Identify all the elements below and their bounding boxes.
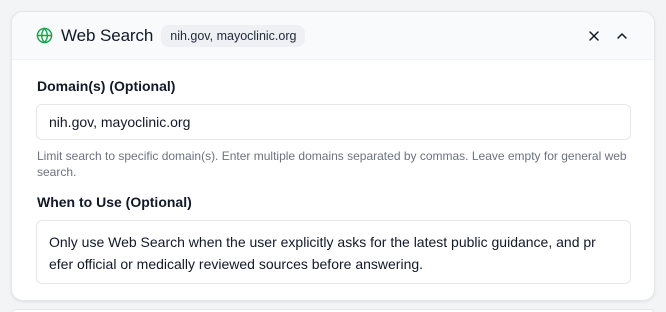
collapse-button[interactable]	[610, 24, 634, 48]
domain-badge: nih.gov, mayoclinic.org	[161, 24, 306, 47]
when-to-use-line-1: Only use Web Search when the user explic…	[49, 234, 596, 250]
domains-input[interactable]: nih.gov, mayoclinic.org	[36, 104, 631, 140]
remove-button[interactable]	[582, 24, 606, 48]
card-header[interactable]: Web Search nih.gov, mayoclinic.org	[12, 12, 654, 60]
card-title: Web Search	[61, 25, 154, 45]
close-icon	[589, 30, 599, 41]
chevron-up-icon	[617, 32, 627, 39]
when-to-use-line-2: efer official or medically reviewed sour…	[49, 256, 424, 272]
when-to-use-textarea[interactable]: Only use Web Search when the user explic…	[36, 220, 631, 284]
web-search-tool-card: Web Search nih.gov, mayoclinic.org Domai…	[11, 11, 655, 301]
globe-icon	[36, 27, 53, 44]
domains-input-value: nih.gov, mayoclinic.org	[49, 114, 191, 130]
when-to-use-label: When to Use (Optional)	[37, 194, 192, 210]
domains-label: Domain(s) (Optional)	[37, 78, 176, 94]
domains-help-text: Limit search to specific domain(s). Ente…	[37, 149, 627, 179]
